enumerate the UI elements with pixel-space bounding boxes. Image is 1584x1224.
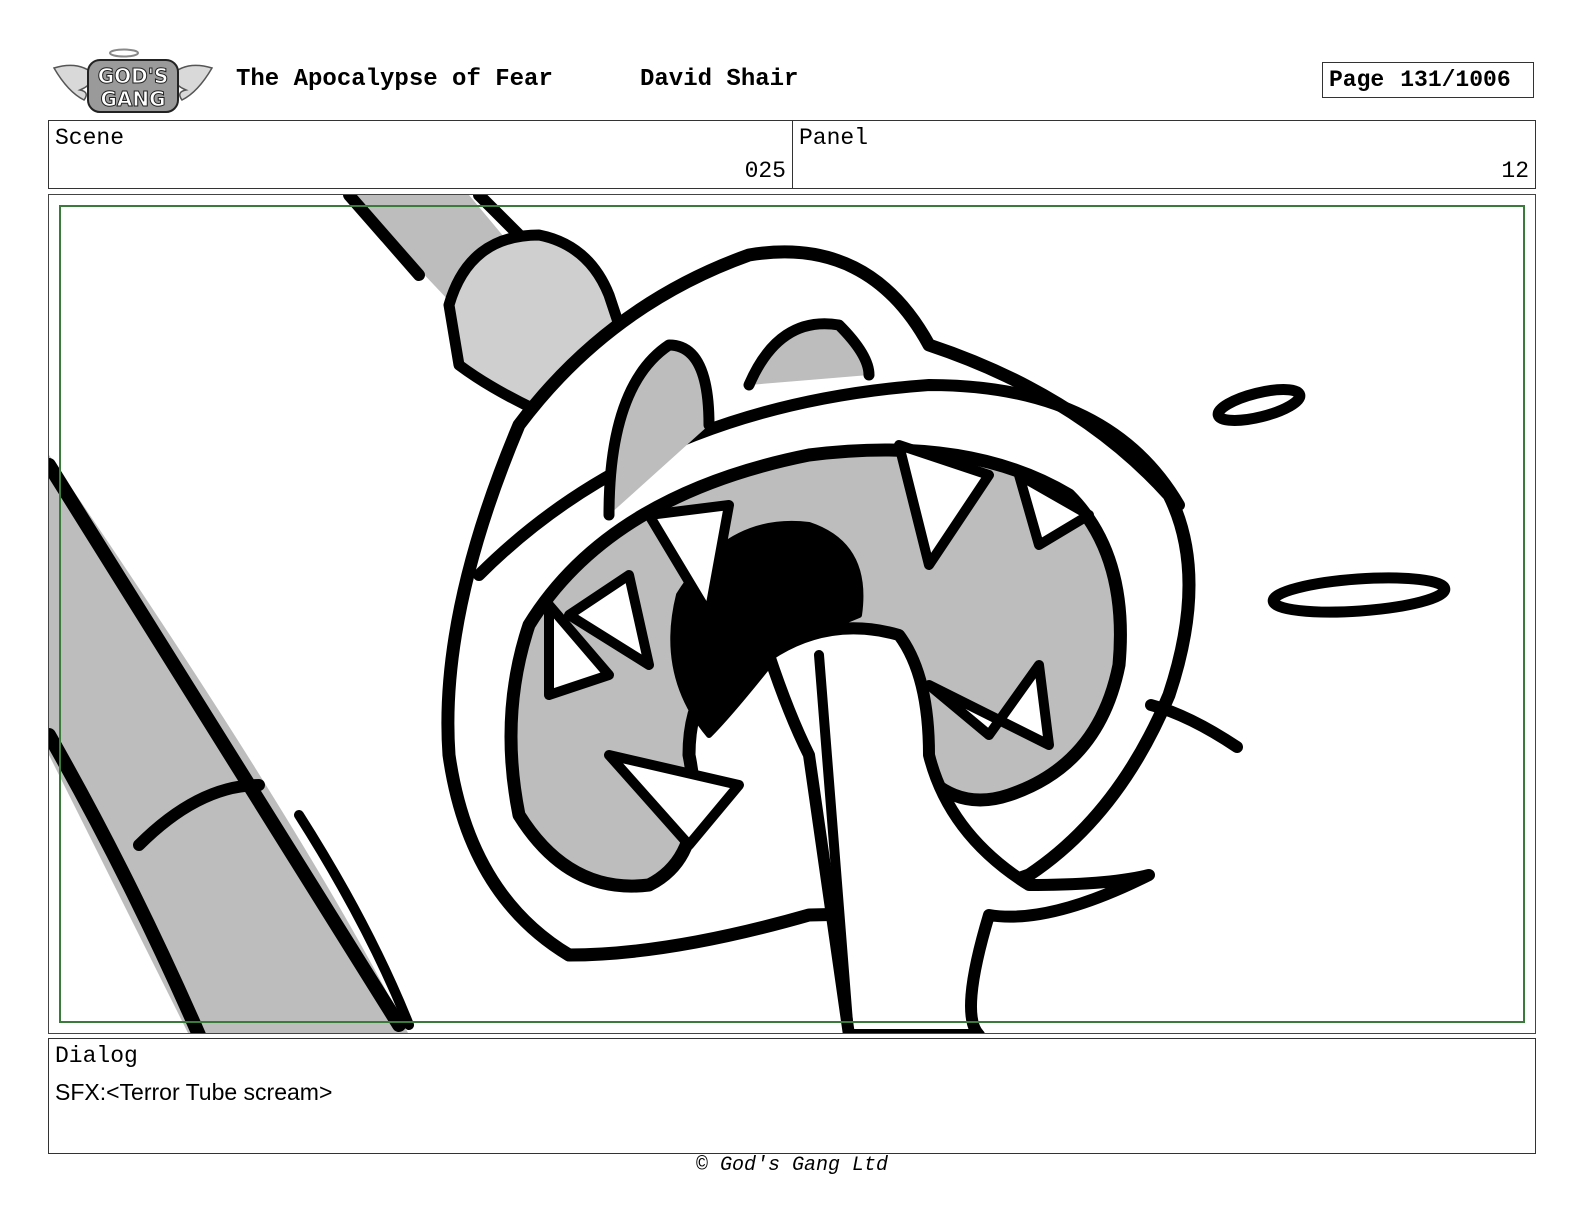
dialog-text: SFX:<Terror Tube scream> — [55, 1079, 333, 1105]
svg-text:GOD'S: GOD'S — [98, 64, 169, 88]
storyboard-sketch — [49, 195, 1451, 1033]
page-label: Page — [1329, 67, 1385, 93]
storyboard-frame — [48, 194, 1536, 1034]
page-number: 131/1006 — [1400, 67, 1511, 93]
scene-panel-info: Scene 025 Panel 12 — [48, 120, 1536, 189]
copyright-footer: © God's Gang Ltd — [695, 1154, 889, 1177]
scene-value: 025 — [744, 158, 786, 184]
dialog-label: Dialog — [55, 1043, 138, 1069]
gods-gang-logo: GOD'S GANG — [50, 46, 216, 118]
panel-value: 12 — [1501, 158, 1529, 184]
project-title: The Apocalypse of Fear — [236, 66, 553, 93]
dialog-box: Dialog SFX:<Terror Tube scream> — [48, 1038, 1536, 1154]
svg-text:GANG: GANG — [100, 87, 165, 111]
author-name: David Shair — [640, 66, 799, 93]
panel-cell: Panel 12 — [793, 121, 1535, 188]
scene-label: Scene — [55, 125, 125, 151]
scene-cell: Scene 025 — [49, 121, 793, 188]
page-indicator: Page 131/1006 — [1322, 62, 1534, 98]
panel-label: Panel — [799, 125, 869, 151]
